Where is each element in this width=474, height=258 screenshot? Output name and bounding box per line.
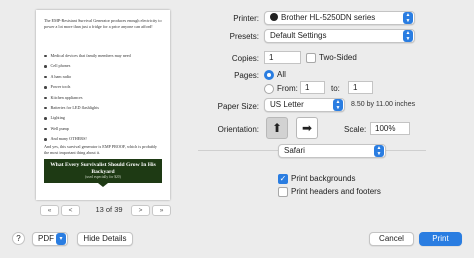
pages-to-label: to: xyxy=(331,84,340,93)
print-button[interactable]: Print xyxy=(419,232,462,246)
pdf-menu-button[interactable]: PDF ▾ xyxy=(32,232,68,246)
prev-page-button[interactable]: < xyxy=(61,205,80,216)
pages-from-label: From: xyxy=(277,84,298,93)
pages-range-radio[interactable] xyxy=(264,84,274,94)
printer-value: Brother HL-5250DN series xyxy=(281,13,376,22)
app-options-value: Safari xyxy=(284,146,305,155)
preview-list: Medical devices that family members may … xyxy=(44,51,131,145)
banner-arrow xyxy=(98,183,108,187)
first-page-button[interactable]: « xyxy=(40,205,59,216)
copies-label: Copies: xyxy=(231,54,259,63)
presets-value: Default Settings xyxy=(270,31,327,40)
page-indicator: 13 of 39 xyxy=(95,205,123,214)
scale-input[interactable]: 100% xyxy=(370,122,410,135)
pages-label: Pages: xyxy=(234,71,259,80)
landscape-orientation-icon[interactable]: ➡ xyxy=(296,117,318,139)
chevron-updown-icon: ▲ ▼ xyxy=(333,99,343,111)
print-headers-footers-checkbox[interactable] xyxy=(278,187,288,197)
list-item: Cell phones xyxy=(44,61,131,71)
pages-to-input[interactable]: 1 xyxy=(348,81,373,94)
pages-from-input[interactable]: 1 xyxy=(300,81,325,94)
print-headers-footers-label: Print headers and footers xyxy=(291,187,381,196)
printer-icon xyxy=(270,13,278,21)
help-button[interactable]: ? xyxy=(12,232,25,245)
copies-input[interactable]: 1 xyxy=(264,51,301,64)
print-backgrounds-label: Print backgrounds xyxy=(291,174,356,183)
banner-subtitle: (used especially for $20) xyxy=(85,175,121,179)
paper-size-select[interactable]: US Letter ▲ ▼ xyxy=(264,98,345,112)
presets-label: Presets: xyxy=(229,32,259,41)
cancel-button[interactable]: Cancel xyxy=(369,232,414,246)
printer-select[interactable]: Brother HL-5250DN series ▲ ▼ xyxy=(264,11,415,25)
chevron-updown-icon: ▲ ▼ xyxy=(403,30,413,42)
printer-label: Printer: xyxy=(233,14,259,23)
list-item: Power tools xyxy=(44,82,131,92)
app-options-select[interactable]: Safari ▲ ▼ xyxy=(278,144,386,158)
portrait-orientation-icon[interactable]: ⬆ xyxy=(266,117,288,139)
pages-all-label: All xyxy=(277,70,286,79)
chevron-down-icon: ▾ xyxy=(56,233,66,245)
print-backgrounds-checkbox[interactable]: ✓ xyxy=(278,174,288,184)
hide-details-button[interactable]: Hide Details xyxy=(77,232,133,246)
list-item: Batteries for LED flashlights xyxy=(44,103,131,113)
presets-select[interactable]: Default Settings ▲ ▼ xyxy=(264,29,415,43)
preview-paragraph: And yes, this survival generator is EMP … xyxy=(44,144,158,156)
list-item: Medical devices that family members may … xyxy=(44,51,131,61)
list-item: A ham radio xyxy=(44,72,131,82)
chevron-updown-icon: ▲ ▼ xyxy=(374,145,384,157)
scale-label: Scale: xyxy=(344,125,367,134)
pdf-label: PDF xyxy=(38,234,54,243)
pages-all-radio[interactable] xyxy=(264,70,274,80)
list-item: Lighting xyxy=(44,113,131,123)
preview-paragraph: The EMP-Resistant Survival Generator pro… xyxy=(44,18,162,30)
last-page-button[interactable]: » xyxy=(152,205,171,216)
next-page-button[interactable]: > xyxy=(131,205,150,216)
print-preview: The EMP-Resistant Survival Generator pro… xyxy=(36,10,170,200)
paper-size-value: US Letter xyxy=(270,100,304,109)
list-item: Kitchen appliances xyxy=(44,93,131,103)
list-item: Well pump xyxy=(44,124,131,134)
list-item: And many OTHERS! xyxy=(44,134,131,144)
paper-size-label: Paper Size: xyxy=(217,102,259,111)
two-sided-label: Two-Sided xyxy=(319,53,357,62)
banner-title: What Every Survivalist Should Grow In Hi… xyxy=(50,162,156,175)
paper-dimensions: 8.50 by 11.00 inches xyxy=(351,101,416,108)
orientation-label: Orientation: xyxy=(217,125,259,134)
two-sided-checkbox[interactable] xyxy=(306,53,316,63)
preview-banner: What Every Survivalist Should Grow In Hi… xyxy=(44,159,162,183)
chevron-updown-icon: ▲ ▼ xyxy=(403,12,413,24)
